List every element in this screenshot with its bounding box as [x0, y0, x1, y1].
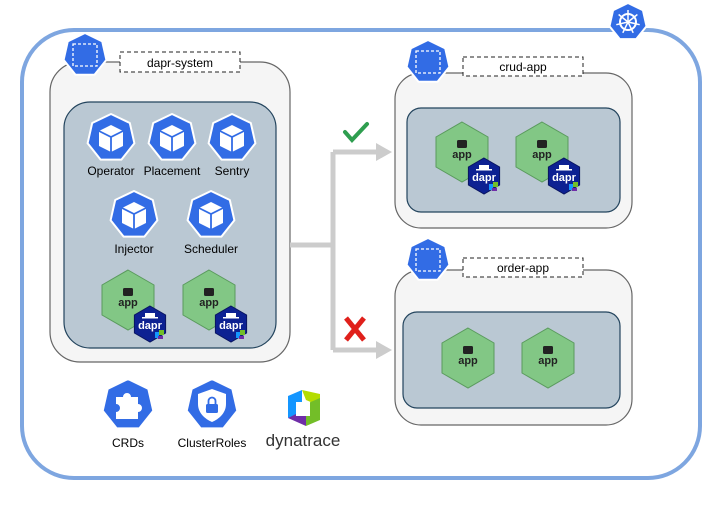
dapr-label: dapr: [552, 172, 577, 184]
code-icon: [457, 140, 467, 148]
operator-pod-cube-icon: [86, 113, 136, 161]
diagram-canvas: dapr-system crud-app order-app dynatrace…: [20, 2, 702, 480]
crud-app-namespace-icon: [405, 39, 451, 83]
crds-label: CRDs: [112, 436, 144, 450]
sentry-label: Sentry: [215, 164, 250, 178]
code-icon: [537, 140, 547, 148]
dynatrace-label: dynatrace: [266, 431, 341, 450]
operator-label: Operator: [87, 164, 134, 178]
dapr-hat-icon: [559, 165, 569, 169]
code-icon: [543, 346, 553, 354]
app-label: app: [452, 149, 472, 161]
dapr-system-label: dapr-system: [147, 56, 213, 70]
dapr-hat-icon: [145, 313, 155, 317]
crud-app-label: crud-app: [499, 60, 547, 74]
dapr-system-namespace-icon: [62, 32, 108, 76]
app-label: app: [532, 149, 552, 161]
dapr-label: dapr: [472, 172, 497, 184]
injector-pod-cube-icon: [109, 190, 159, 238]
dapr-hat-icon: [226, 313, 236, 317]
dapr-label: dapr: [138, 320, 163, 332]
diagram: dapr-system crud-app order-app dynatrace…: [0, 0, 717, 505]
dapr-label: dapr: [219, 320, 244, 332]
app-label: app: [199, 297, 219, 309]
placement-pod-cube-icon: [147, 113, 197, 161]
code-icon: [123, 288, 133, 296]
clusterroles-label: ClusterRoles: [178, 436, 247, 450]
app-label: app: [118, 297, 138, 309]
sentry-pod-cube-icon: [207, 113, 257, 161]
scheduler-label: Scheduler: [184, 242, 238, 256]
scheduler-pod-cube-icon: [186, 190, 236, 238]
dapr-hat-icon: [479, 165, 489, 169]
app-label: app: [458, 355, 478, 367]
order-app-namespace-icon: [405, 237, 451, 281]
injector-label: Injector: [114, 242, 153, 256]
order-app-pods-area: [402, 311, 621, 409]
order-app-label: order-app: [497, 261, 549, 275]
kubernetes-logo-icon: [608, 2, 648, 41]
code-icon: [204, 288, 214, 296]
app-label: app: [538, 355, 558, 367]
code-icon: [463, 346, 473, 354]
placement-label: Placement: [144, 164, 201, 178]
